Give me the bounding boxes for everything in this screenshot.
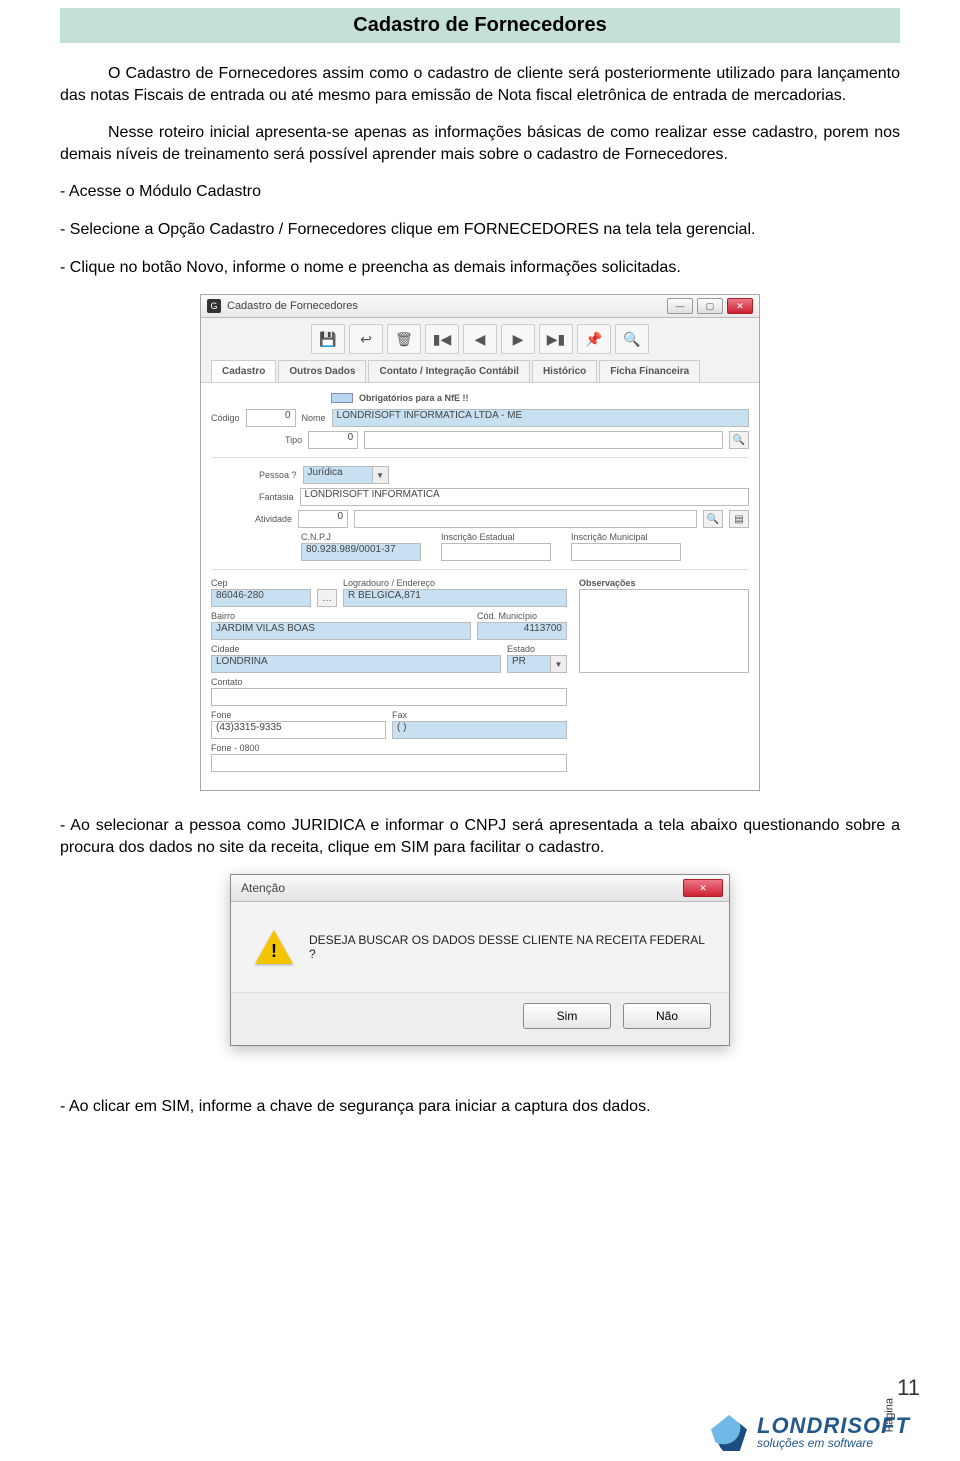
estado-dropdown-icon[interactable]: ▼ xyxy=(551,655,567,673)
paragraph: - Clique no botão Novo, informe o nome e… xyxy=(60,257,900,279)
dialog-titlebar: Atenção ✕ xyxy=(231,875,729,902)
atividade-edit-icon[interactable]: ▤ xyxy=(729,510,749,528)
cep-field[interactable]: 86046-280 xyxy=(211,589,311,607)
label-contato: Contato xyxy=(211,677,567,687)
atividade-field[interactable]: 0 xyxy=(298,510,348,528)
nfe-color-swatch xyxy=(331,393,353,403)
tab-cadastro[interactable]: Cadastro xyxy=(211,360,276,382)
brand-footer: LONDRISOFT soluções em software xyxy=(711,1415,910,1451)
prev-record-icon[interactable]: ◀ xyxy=(463,324,497,354)
tab-historico[interactable]: Histórico xyxy=(532,360,597,382)
label-tipo: Tipo xyxy=(285,435,302,445)
no-button[interactable]: Não xyxy=(623,1003,711,1029)
label-bairro: Bairro xyxy=(211,611,471,621)
label-pessoa: Pessoa ? xyxy=(259,470,297,480)
label-fax: Fax xyxy=(392,710,567,720)
contato-field[interactable] xyxy=(211,688,567,706)
yes-button[interactable]: Sim xyxy=(523,1003,611,1029)
minimize-button[interactable]: — xyxy=(667,298,693,314)
paragraph: - Acesse o Módulo Cadastro xyxy=(60,181,900,203)
undo-icon[interactable]: ↩ xyxy=(349,324,383,354)
atividade-desc-field[interactable] xyxy=(354,510,697,528)
tab-strip: Cadastro Outros Dados Contato / Integraç… xyxy=(201,360,759,383)
label-fone: Fone xyxy=(211,710,386,720)
app-icon: G xyxy=(207,299,221,313)
confirm-dialog: Atenção ✕ ! DESEJA BUSCAR OS DADOS DESSE… xyxy=(230,874,730,1046)
first-record-icon[interactable]: ▮◀ xyxy=(425,324,459,354)
close-button[interactable]: ✕ xyxy=(727,298,753,314)
last-record-icon[interactable]: ▶▮ xyxy=(539,324,573,354)
nome-field[interactable]: LONDRISOFT INFORMATICA LTDA - ME xyxy=(332,409,749,427)
label-logradouro: Logradouro / Endereço xyxy=(343,578,567,588)
page-title: Cadastro de Fornecedores xyxy=(60,8,900,43)
supplier-form-window: G Cadastro de Fornecedores — ▢ ✕ 💾 ↩ 🗑 ▮… xyxy=(200,294,760,791)
tipo-desc-field[interactable] xyxy=(364,431,723,449)
pin-icon[interactable]: 📌 xyxy=(577,324,611,354)
window-titlebar: G Cadastro de Fornecedores — ▢ ✕ xyxy=(201,295,759,318)
observacoes-field[interactable] xyxy=(579,589,749,673)
article-body-3: - Ao clicar em SIM, informe a chave de s… xyxy=(60,1096,900,1118)
label-im: Inscrição Municipal xyxy=(571,532,681,542)
page-number: Página11 xyxy=(861,1375,920,1401)
label-ie: Inscrição Estadual xyxy=(441,532,551,542)
tipo-search-icon[interactable]: 🔍 xyxy=(729,431,749,449)
pessoa-dropdown-icon[interactable]: ▼ xyxy=(373,466,389,484)
label-nome: Nome xyxy=(302,413,326,423)
codigo-field[interactable]: 0 xyxy=(246,409,296,427)
bairro-field[interactable]: JARDIM VILAS BOAS xyxy=(211,622,471,640)
warning-icon: ! xyxy=(255,930,293,964)
nfe-required-hint: Obrigatórios para a NfE !! xyxy=(331,393,749,403)
logradouro-field[interactable]: R BELGICA,871 xyxy=(343,589,567,607)
window-title: Cadastro de Fornecedores xyxy=(227,300,358,312)
paragraph: - Ao clicar em SIM, informe a chave de s… xyxy=(60,1096,900,1118)
estado-field[interactable]: PR xyxy=(507,655,551,673)
brand-logo-icon xyxy=(711,1415,747,1451)
label-fone0800: Fone - 0800 xyxy=(211,743,567,753)
dialog-title: Atenção xyxy=(241,881,285,895)
label-cod-municipio: Cód. Município xyxy=(477,611,567,621)
label-codigo: Código xyxy=(211,413,240,423)
im-field[interactable] xyxy=(571,543,681,561)
next-record-icon[interactable]: ▶ xyxy=(501,324,535,354)
maximize-button[interactable]: ▢ xyxy=(697,298,723,314)
form-body: Obrigatórios para a NfE !! Código 0 Nome… xyxy=(201,383,759,790)
label-cidade: Cidade xyxy=(211,644,501,654)
tipo-field[interactable]: 0 xyxy=(308,431,358,449)
brand-name: LONDRISOFT xyxy=(757,1416,910,1436)
label-cnpj: C.N.P.J xyxy=(301,532,421,542)
pessoa-field[interactable]: Jurídica xyxy=(303,466,373,484)
cidade-field[interactable]: LONDRINA xyxy=(211,655,501,673)
label-estado: Estado xyxy=(507,644,567,654)
paragraph: - Selecione a Opção Cadastro / Fornecedo… xyxy=(60,219,900,241)
article-body: O Cadastro de Fornecedores assim como o … xyxy=(60,63,900,278)
fax-field[interactable]: ( ) xyxy=(392,721,567,739)
paragraph: Nesse roteiro inicial apresenta-se apena… xyxy=(60,122,900,165)
dialog-message: DESEJA BUSCAR OS DADOS DESSE CLIENTE NA … xyxy=(309,933,705,961)
save-icon[interactable]: 💾 xyxy=(311,324,345,354)
label-cep: Cep xyxy=(211,578,311,588)
article-body-2: - Ao selecionar a pessoa como JURIDICA e… xyxy=(60,815,900,858)
label-observacoes: Observações xyxy=(579,578,749,588)
tab-contato[interactable]: Contato / Integração Contábil xyxy=(368,360,529,382)
atividade-search-icon[interactable]: 🔍 xyxy=(703,510,723,528)
tab-ficha-financeira[interactable]: Ficha Financeira xyxy=(599,360,700,382)
cod-municipio-field[interactable]: 4113700 xyxy=(477,622,567,640)
ie-field[interactable] xyxy=(441,543,551,561)
toolbar: 💾 ↩ 🗑 ▮◀ ◀ ▶ ▶▮ 📌 🔍 xyxy=(201,318,759,360)
paragraph: - Ao selecionar a pessoa como JURIDICA e… xyxy=(60,815,900,858)
dialog-close-button[interactable]: ✕ xyxy=(683,879,723,897)
cnpj-field[interactable]: 80.928.989/0001-37 xyxy=(301,543,421,561)
fone0800-field[interactable] xyxy=(211,754,567,772)
cep-lookup-icon[interactable]: … xyxy=(317,589,337,607)
label-fantasia: Fantasia xyxy=(259,492,294,502)
paragraph: O Cadastro de Fornecedores assim como o … xyxy=(60,63,900,106)
search-icon[interactable]: 🔍 xyxy=(615,324,649,354)
fantasia-field[interactable]: LONDRISOFT INFORMATICA xyxy=(300,488,749,506)
fone-field[interactable]: (43)3315-9335 xyxy=(211,721,386,739)
tab-outros-dados[interactable]: Outros Dados xyxy=(278,360,366,382)
label-atividade: Atividade xyxy=(255,514,292,524)
delete-icon[interactable]: 🗑 xyxy=(387,324,421,354)
